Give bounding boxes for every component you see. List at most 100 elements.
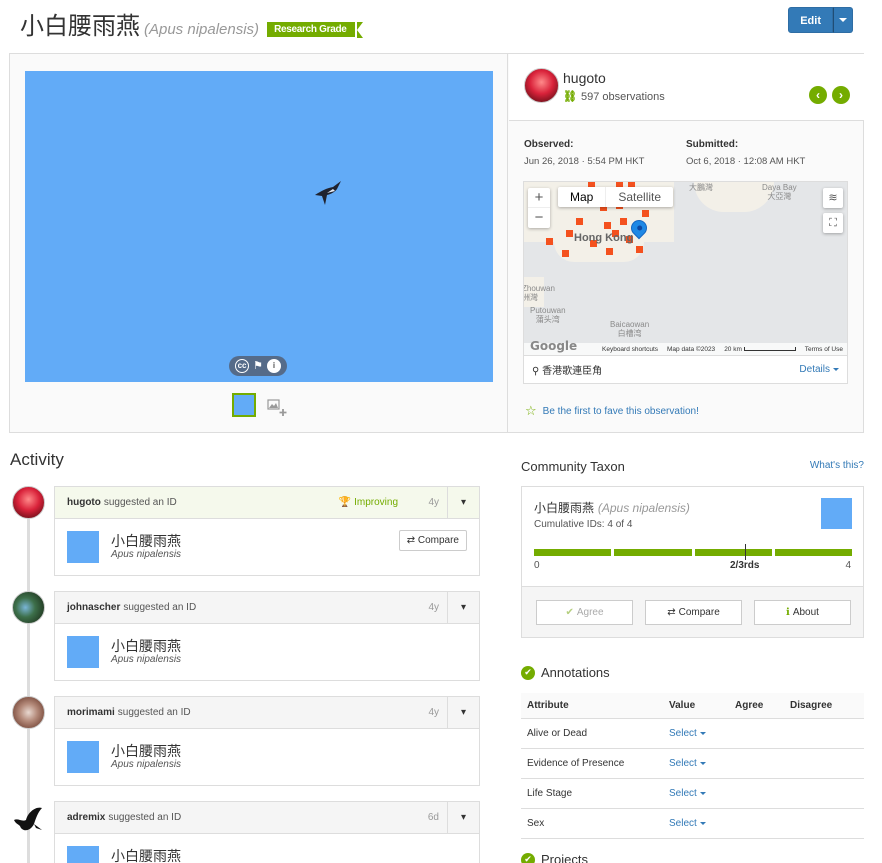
- improving-badge: 🏆 Improving: [339, 497, 398, 508]
- check-circle-icon: ✔: [521, 665, 535, 680]
- taxon-thumbnail[interactable]: [67, 636, 99, 668]
- map-label-tai-pang: 大鵬灣: [689, 183, 713, 192]
- observation-navigation: ‹ ›: [809, 86, 850, 104]
- fave-label[interactable]: Be the first to fave this observation!: [543, 406, 699, 417]
- observation-map[interactable]: Hong Kong 大鵬灣 Daya Bay 大亞灣 Zhouwan 洲灣 Pu…: [523, 181, 848, 356]
- observer-observation-count[interactable]: ⛓ 597 observations: [563, 90, 665, 104]
- activity-title: Activity: [10, 450, 64, 469]
- about-button[interactable]: ℹ About: [754, 599, 851, 625]
- info-icon: ℹ: [786, 606, 790, 618]
- zoom-in-button[interactable]: +: [528, 188, 550, 208]
- taxon-name[interactable]: 小白腰雨燕: [111, 636, 181, 656]
- check-circle-icon: ✔: [521, 852, 535, 863]
- edit-dropdown-toggle[interactable]: [833, 7, 853, 33]
- activity-item-body: 小白腰雨燕 Apus nipalensis: [55, 729, 479, 785]
- activity-menu-toggle[interactable]: ▾: [447, 487, 479, 518]
- activity-verb: suggested an ID: [117, 707, 191, 718]
- community-taxon-common: 小白腰雨燕: [534, 501, 595, 515]
- taxon-thumbnail[interactable]: [67, 741, 99, 773]
- details-dropdown[interactable]: Details: [799, 364, 839, 375]
- annotation-value-select[interactable]: Select: [669, 728, 735, 739]
- keyboard-shortcuts-link[interactable]: Keyboard shortcuts: [602, 346, 658, 353]
- previous-observation-button[interactable]: ‹: [809, 86, 827, 104]
- compare-button[interactable]: ⇄ Compare: [398, 530, 467, 551]
- cumulative-id-bar: [534, 549, 852, 556]
- column-header: Agree: [735, 700, 764, 711]
- observed-value: Jun 26, 2018 · 5:54 PM HKT: [524, 156, 645, 167]
- map-label-baicaowan: Baicaowan 白槽湾: [610, 320, 649, 338]
- license-cc-icon[interactable]: cc: [235, 359, 250, 373]
- next-observation-button[interactable]: ›: [832, 86, 850, 104]
- activity-menu-toggle[interactable]: ▾: [447, 592, 479, 623]
- layers-icon[interactable]: ≋: [823, 188, 843, 208]
- projects-title[interactable]: ✔ Projects: [521, 852, 588, 863]
- chevron-down-icon: [699, 821, 706, 825]
- annotations-table: Attribute Value Agree Disagree Alive or …: [521, 693, 864, 839]
- map-type-map[interactable]: Map: [558, 187, 607, 207]
- id-segment: [614, 549, 692, 556]
- compare-button[interactable]: ⇄ Compare: [645, 599, 742, 625]
- activity-user[interactable]: morimami: [67, 707, 115, 718]
- annotation-attribute: Alive or Dead: [527, 728, 588, 739]
- community-taxon-name[interactable]: 小白腰雨燕 (Apus nipalensis): [534, 499, 690, 516]
- annotation-value-select[interactable]: Select: [669, 788, 735, 799]
- annotation-row: Evidence of Presence Select: [521, 749, 864, 779]
- taxon-name[interactable]: 小白腰雨燕: [111, 846, 181, 863]
- terms-of-use-link[interactable]: Terms of Use: [805, 346, 843, 353]
- user-avatar[interactable]: [12, 696, 45, 729]
- map-label-hong-kong: Hong Kong: [574, 232, 634, 244]
- user-avatar[interactable]: [12, 486, 45, 519]
- annotation-value-select[interactable]: Select: [669, 758, 735, 769]
- activity-user[interactable]: adremix: [67, 812, 105, 823]
- agree-button[interactable]: ✔ Agree: [536, 599, 633, 625]
- whats-this-link[interactable]: What's this?: [810, 460, 864, 471]
- user-avatar[interactable]: [12, 591, 45, 624]
- bird-silhouette: [315, 181, 341, 205]
- select-label: Select: [669, 728, 697, 739]
- observer-username[interactable]: hugoto: [563, 70, 606, 86]
- taxon-common-name[interactable]: 小白腰雨燕: [20, 6, 140, 41]
- activity-menu-toggle[interactable]: ▾: [447, 802, 479, 833]
- improving-label: Improving: [354, 497, 398, 508]
- observation-photo[interactable]: cc ⚑ i: [25, 71, 493, 382]
- map-scale-label: 20 km: [724, 345, 742, 353]
- activity-menu-toggle[interactable]: ▾: [447, 697, 479, 728]
- flag-icon[interactable]: ⚑: [253, 360, 263, 372]
- fullscreen-icon[interactable]: ⛶: [823, 213, 843, 233]
- map-scale: 20 km: [724, 346, 796, 353]
- annotations-label: Annotations: [541, 665, 610, 680]
- taxon-name[interactable]: 小白腰雨燕: [111, 531, 181, 551]
- edit-button-group: Edit: [788, 7, 853, 33]
- user-avatar[interactable]: [12, 802, 45, 835]
- fave-row[interactable]: ☆ Be the first to fave this observation!: [525, 403, 699, 419]
- annotation-row: Sex Select: [521, 809, 864, 839]
- select-label: Select: [669, 758, 697, 769]
- place-row: ⚲ 香港歌連臣角 Details: [523, 356, 848, 384]
- annotations-title[interactable]: ✔ Annotations: [521, 665, 610, 680]
- google-logo[interactable]: Google: [530, 339, 577, 353]
- map-type-satellite[interactable]: Satellite: [606, 187, 673, 207]
- map-zoom-controls: + −: [528, 188, 550, 228]
- zoom-out-button[interactable]: −: [528, 208, 550, 228]
- chevron-down-icon: [699, 761, 706, 765]
- activity-user[interactable]: hugoto: [67, 497, 101, 508]
- annotation-value-select[interactable]: Select: [669, 818, 735, 829]
- activity-user[interactable]: johnascher: [67, 602, 120, 613]
- community-taxon-thumbnail[interactable]: [821, 498, 852, 529]
- add-photo-icon[interactable]: [267, 399, 287, 417]
- map-label-baicaowan-en: Baicaowan: [610, 320, 650, 329]
- taxon-thumbnail[interactable]: [67, 531, 99, 563]
- taxon-thumbnail[interactable]: [67, 846, 99, 863]
- observer-row: hugoto ⛓ 597 observations ‹ ›: [509, 54, 864, 121]
- edit-button[interactable]: Edit: [788, 7, 833, 33]
- photo-thumbnail[interactable]: [232, 393, 256, 417]
- observer-avatar[interactable]: [524, 68, 559, 103]
- activity-item: johnascher suggested an ID 4y ▾ 小白腰雨燕 Ap…: [54, 591, 480, 681]
- taxon-name[interactable]: 小白腰雨燕: [111, 741, 181, 761]
- column-header: Attribute: [527, 700, 569, 711]
- info-icon[interactable]: i: [266, 359, 281, 373]
- annotation-attribute: Evidence of Presence: [527, 758, 625, 769]
- observation-marker: [562, 250, 569, 257]
- observation-panel: cc ⚑ i hugoto ⛓ 597 observations ‹ › Obs…: [9, 53, 864, 433]
- two-thirds-marker: [745, 544, 746, 560]
